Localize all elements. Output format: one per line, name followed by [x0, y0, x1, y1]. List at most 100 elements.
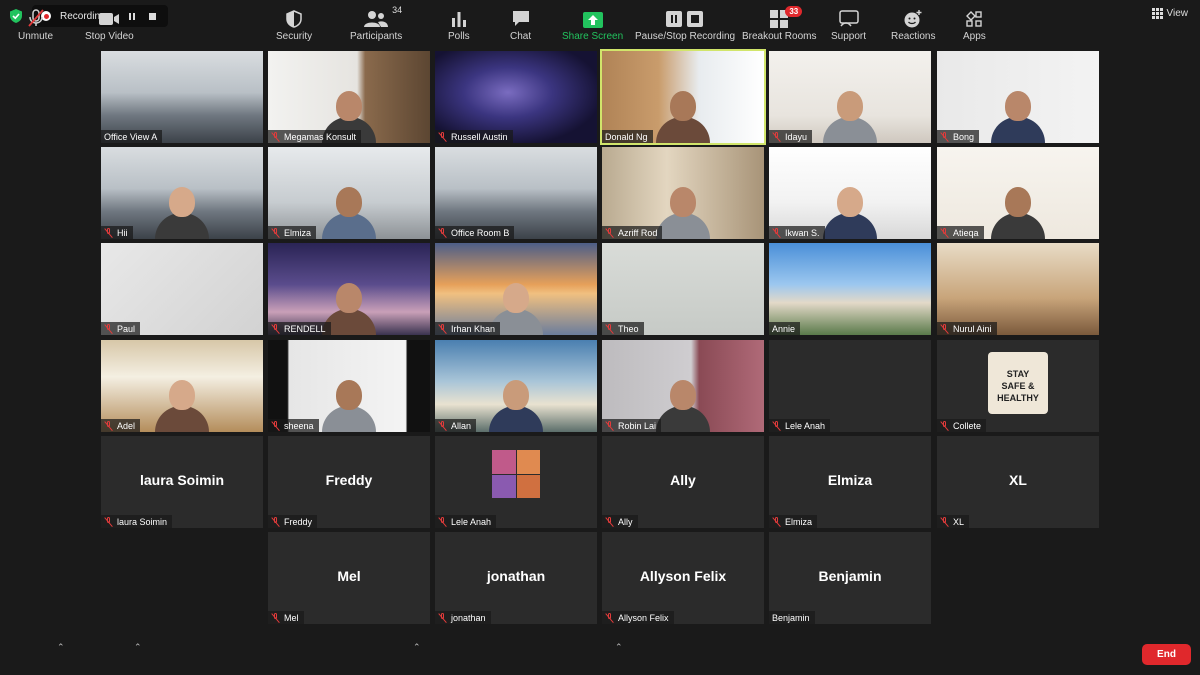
participant-tile[interactable]: Ally Ally [602, 436, 764, 528]
security-label: Security [276, 31, 313, 42]
participant-tile[interactable]: STAY SAFE & HEALTHY Collete [937, 340, 1099, 432]
participant-tile[interactable]: Elmiza [268, 147, 430, 239]
participant-tile[interactable]: Freddy Freddy [268, 436, 430, 528]
security-button[interactable]: Security [276, 8, 312, 42]
participant-name: Idayu [785, 131, 808, 142]
participant-name: Megamas Konsult [284, 131, 357, 142]
pause-stop-recording-button[interactable]: Pause/Stop Recording [635, 8, 735, 42]
participant-tile[interactable]: Bong [937, 51, 1099, 143]
participant-nameplate: Russell Austin [435, 130, 513, 143]
stop-video-button[interactable]: Stop Video [85, 8, 134, 42]
participant-name: Lele Anah [785, 420, 826, 431]
participant-silhouette [322, 187, 376, 239]
apps-button[interactable]: Apps [963, 8, 986, 42]
participant-nameplate: Annie [769, 322, 801, 335]
participant-name: Office View A [104, 131, 158, 142]
participant-tile[interactable]: Idayu [769, 51, 931, 143]
participant-name: Bong [953, 131, 975, 142]
apps-label: Apps [963, 31, 986, 42]
audio-options-chevron-icon[interactable]: ⌃ [57, 642, 65, 653]
participant-nameplate: Lele Anah [435, 515, 497, 528]
participant-tile[interactable]: Office Room B [435, 147, 597, 239]
mic-muted-icon [438, 420, 447, 431]
participant-tile[interactable]: Office View A [101, 51, 263, 143]
participant-name: Paul [117, 323, 136, 334]
share-screen-button[interactable]: Share Screen [562, 8, 623, 42]
participant-tile[interactable]: Russell Austin [435, 51, 597, 143]
support-button[interactable]: Support [831, 8, 866, 42]
participant-tile[interactable]: Atieqa [937, 147, 1099, 239]
breakout-rooms-count: 33 [785, 6, 803, 17]
participant-nameplate: Robin Lai [602, 419, 662, 432]
participant-tile[interactable]: Irhan Khan [435, 243, 597, 335]
breakout-rooms-button[interactable]: 33 Breakout Rooms [742, 6, 816, 42]
mic-muted-icon [772, 131, 781, 142]
participants-button[interactable]: 34 Participants [350, 5, 402, 42]
participant-nameplate: Paul [101, 322, 141, 335]
participant-tile[interactable]: Lele Anah [435, 436, 597, 528]
share-screen-label: Share Screen [562, 31, 624, 42]
participant-tile[interactable]: Azriff Rod [602, 147, 764, 239]
participant-display-name: Benjamin [818, 568, 882, 584]
participant-silhouette [656, 91, 710, 143]
participant-tile[interactable]: Ikwan S. [769, 147, 931, 239]
participant-tile[interactable]: Lele Anah [769, 340, 931, 432]
participant-name: sheena [284, 420, 314, 431]
participant-tile[interactable]: Megamas Konsult [268, 51, 430, 143]
badge-text: STAY SAFE & HEALTHY [997, 369, 1039, 403]
participant-tile[interactable]: Nurul Aini [937, 243, 1099, 335]
participant-tile[interactable]: laura Soimin laura Soimin [101, 436, 263, 528]
participant-nameplate: Megamas Konsult [268, 130, 362, 143]
participant-tile[interactable]: XL XL [937, 436, 1099, 528]
participant-tile[interactable]: jonathan jonathan [435, 532, 597, 624]
mic-muted-icon [605, 516, 614, 527]
participant-tile[interactable]: Allyson Felix Allyson Felix [602, 532, 764, 624]
participant-nameplate: Bong [937, 130, 980, 143]
participant-tile[interactable]: Donald Ng [600, 49, 766, 145]
participant-name: Elmiza [785, 516, 813, 527]
mic-muted-icon [271, 227, 280, 238]
participant-tile[interactable]: Benjamin Benjamin [769, 532, 931, 624]
unmute-button[interactable]: Unmute [18, 8, 53, 42]
participant-tile[interactable]: Robin Lai [602, 340, 764, 432]
participant-tile[interactable]: Mel Mel [268, 532, 430, 624]
participant-nameplate: RENDELL [268, 322, 331, 335]
participant-name: Benjamin [772, 612, 810, 623]
video-options-chevron-icon[interactable]: ⌃ [134, 642, 142, 653]
mic-muted-icon [940, 420, 949, 431]
participant-tile[interactable]: sheena [268, 340, 430, 432]
participant-nameplate: laura Soimin [101, 515, 173, 528]
participant-display-name: Allyson Felix [639, 568, 727, 584]
participant-tile[interactable]: Adel [101, 340, 263, 432]
mic-muted-icon [772, 227, 781, 238]
participant-tile[interactable]: Theo [602, 243, 764, 335]
participant-nameplate: Ikwan S. [769, 226, 825, 239]
participant-name: Freddy [284, 516, 313, 527]
mic-muted-icon [605, 323, 614, 334]
video-gallery: Office View A Megamas Konsult Russell Aust… [0, 0, 1200, 630]
participant-name: XL [953, 516, 965, 527]
participant-name: RENDELL [284, 323, 326, 334]
participant-name: Azriff Rod [618, 227, 658, 238]
participant-nameplate: jonathan [435, 611, 491, 624]
participant-name: Ally [618, 516, 633, 527]
participant-name: Mel [284, 612, 299, 623]
participant-tile[interactable]: Elmiza Elmiza [769, 436, 931, 528]
pause-stop-recording-label: Pause/Stop Recording [635, 31, 736, 42]
mic-muted-icon [104, 323, 113, 334]
stay-safe-badge-image: STAY SAFE & HEALTHY [988, 352, 1048, 414]
participant-name: Office Room B [451, 227, 510, 238]
polls-button[interactable]: Polls [448, 8, 470, 42]
participant-display-name: Freddy [325, 472, 373, 488]
end-meeting-button[interactable]: End [1142, 644, 1191, 665]
participant-tile[interactable]: Paul [101, 243, 263, 335]
participant-tile[interactable]: Annie [769, 243, 931, 335]
participant-tile[interactable]: Hii [101, 147, 263, 239]
participant-tile[interactable]: Allan [435, 340, 597, 432]
reactions-button[interactable]: Reactions [891, 8, 935, 42]
participants-options-chevron-icon[interactable]: ⌃ [413, 642, 421, 653]
share-options-chevron-icon[interactable]: ⌃ [615, 642, 623, 653]
participant-tile[interactable]: RENDELL [268, 243, 430, 335]
chat-button[interactable]: Chat [510, 8, 531, 42]
mic-muted-icon [438, 612, 447, 623]
